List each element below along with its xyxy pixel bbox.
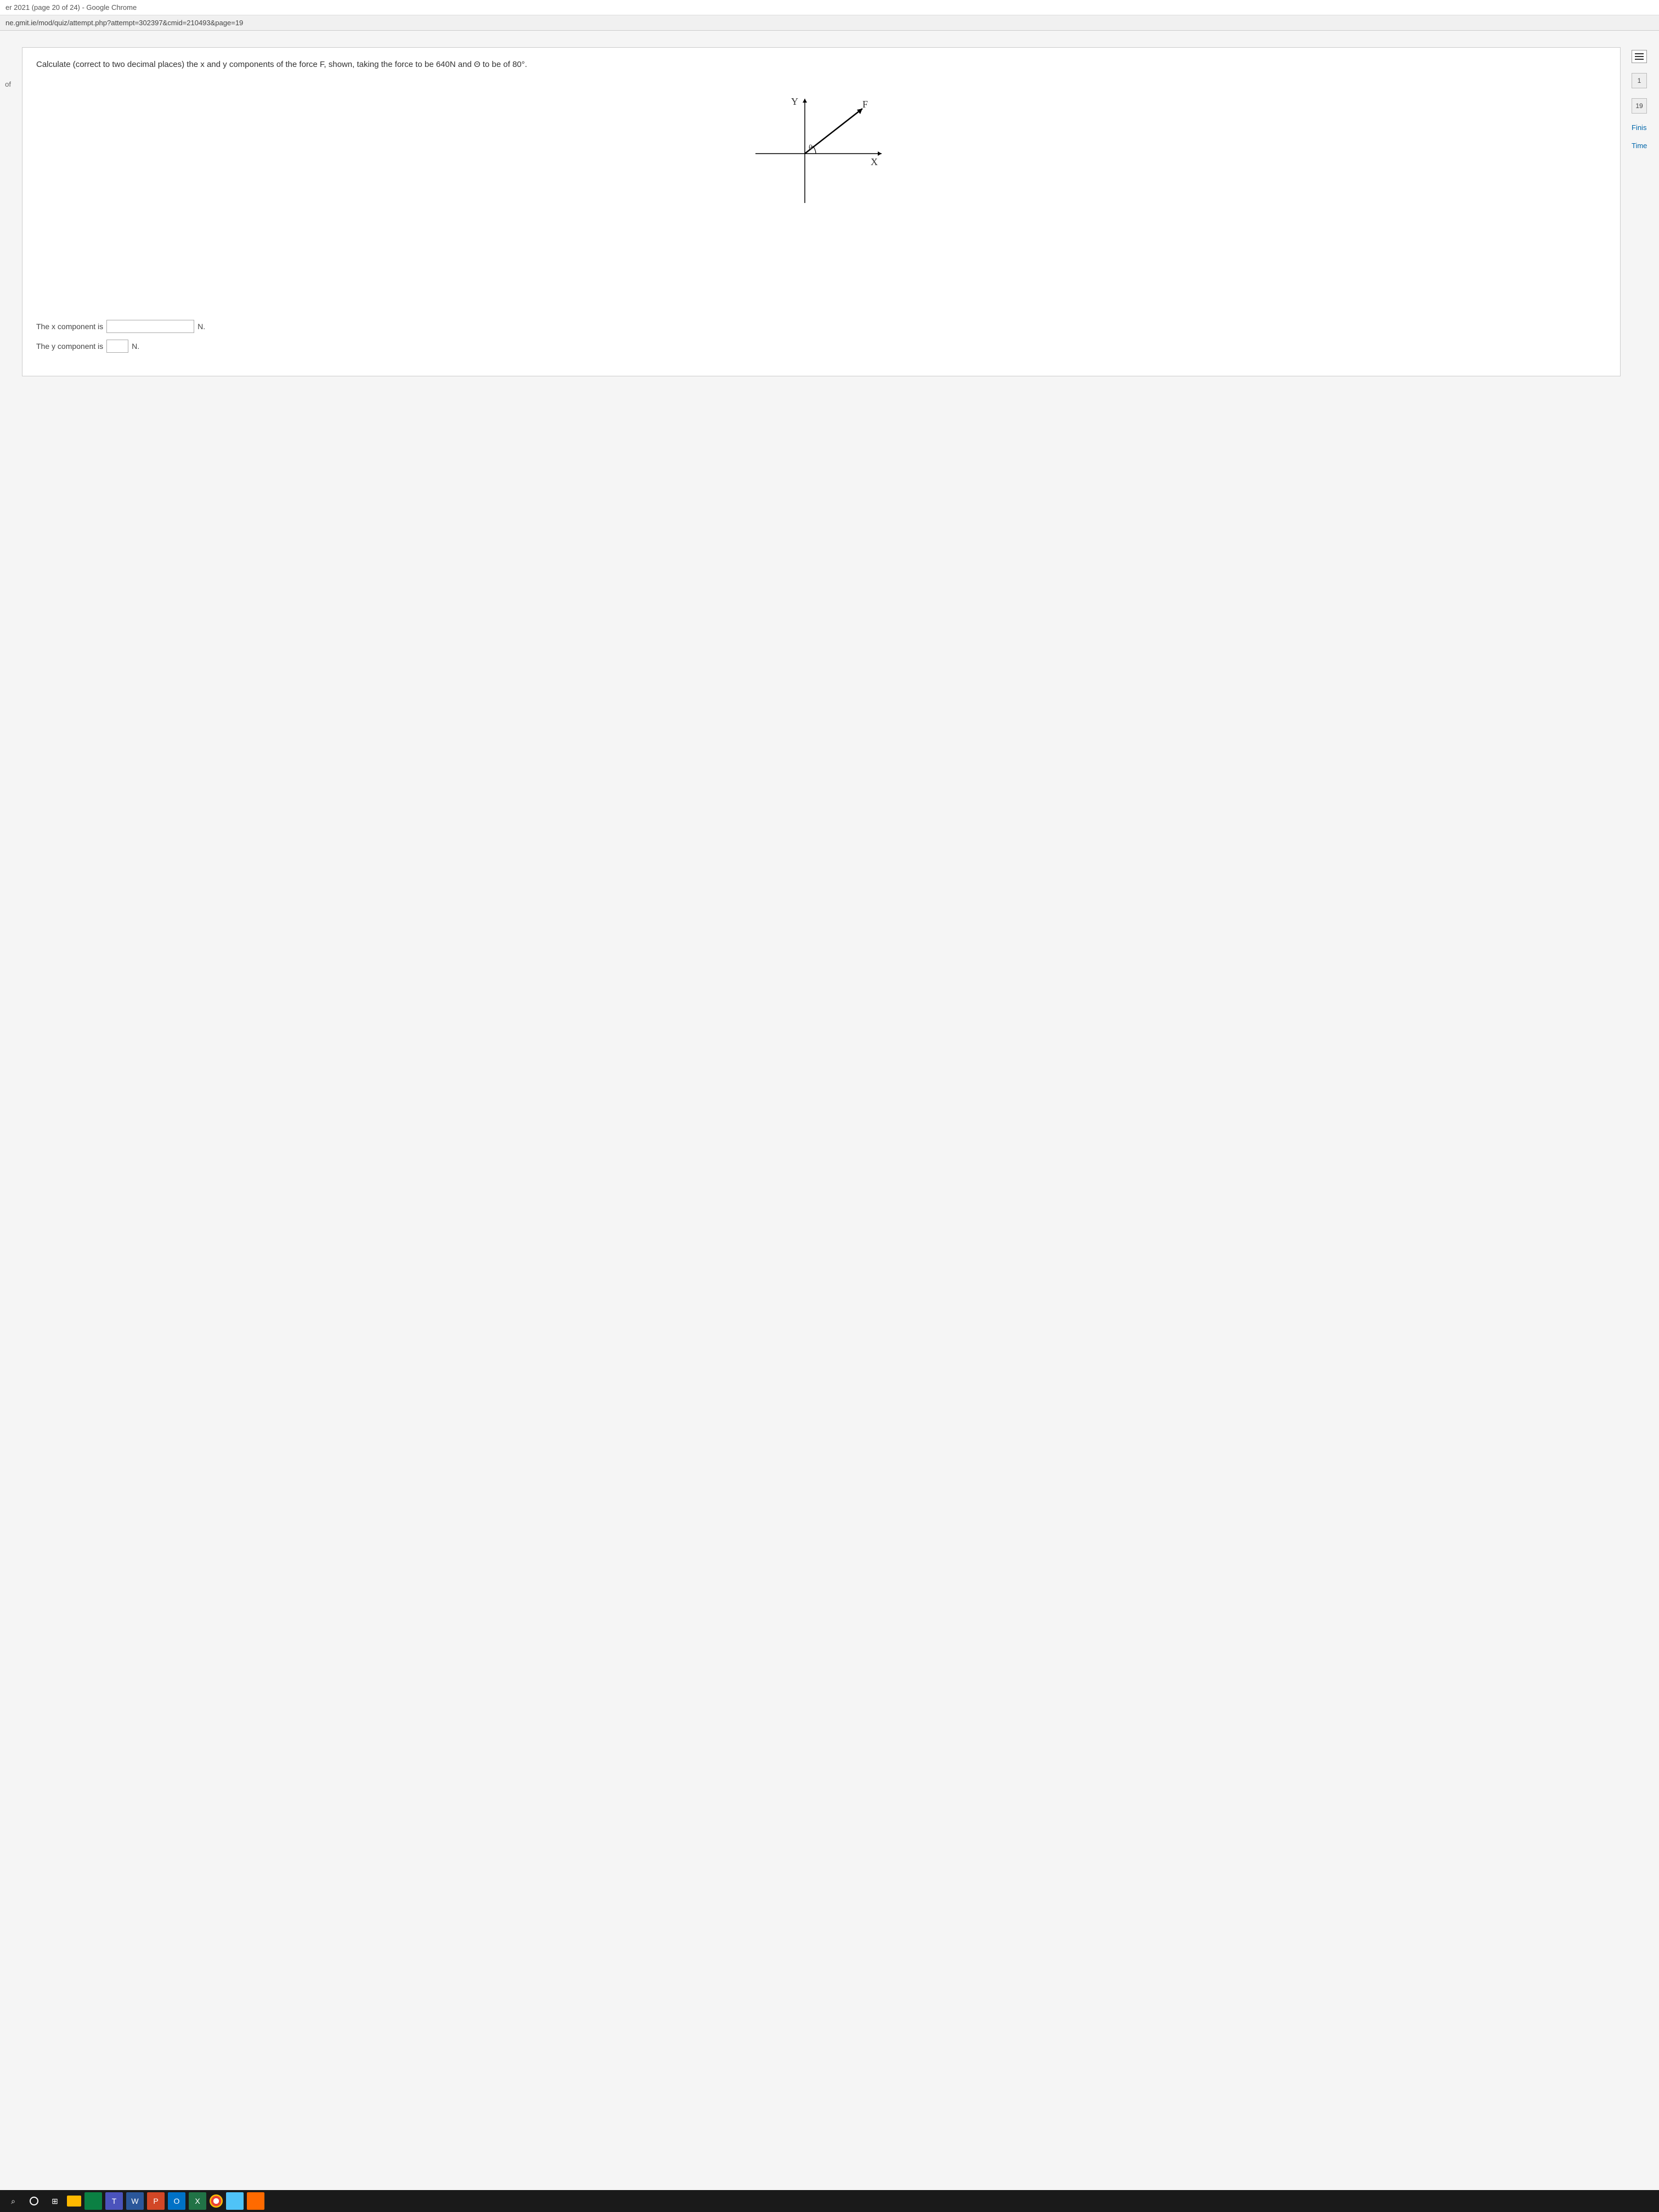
word-icon[interactable]: W <box>126 2192 144 2210</box>
nav-button-19[interactable]: 19 <box>1632 98 1647 114</box>
url-bar[interactable]: ne.gmit.ie/mod/quiz/attempt.php?attempt=… <box>0 15 1659 31</box>
right-panel: 1 19 Finis Time <box>1632 47 1654 150</box>
taskview-icon[interactable]: ⊞ <box>46 2192 64 2210</box>
window-title: er 2021 (page 20 of 24) - Google Chrome <box>0 0 1659 15</box>
left-fragment-text: of <box>5 80 11 88</box>
file-explorer-icon[interactable] <box>67 2196 81 2207</box>
outlook-icon[interactable]: O <box>168 2192 185 2210</box>
teams-icon[interactable]: T <box>105 2192 123 2210</box>
app-green-icon[interactable] <box>84 2192 102 2210</box>
question-prompt: Calculate (correct to two decimal places… <box>36 59 1606 71</box>
nav-button-1[interactable]: 1 <box>1632 73 1647 88</box>
excel-icon[interactable]: X <box>189 2192 206 2210</box>
force-diagram: Y F X θ <box>744 93 898 214</box>
menu-icon[interactable] <box>1632 50 1647 63</box>
search-icon[interactable]: ⌕ <box>4 2192 22 2210</box>
y-axis-label: Y <box>791 96 798 108</box>
chrome-icon[interactable] <box>210 2194 223 2208</box>
y-component-row: The y component is N. <box>36 340 1606 353</box>
y-component-label: The y component is <box>36 342 103 351</box>
diagram-svg <box>744 93 898 214</box>
x-component-unit: N. <box>198 322 205 331</box>
force-f-label: F <box>862 99 868 110</box>
diagram-area: Y F X θ <box>36 88 1606 309</box>
finish-link[interactable]: Finis <box>1632 123 1646 132</box>
answer-block: The x component is N. The y component is… <box>36 320 1606 359</box>
x-axis-label: X <box>871 156 878 168</box>
powerpoint-icon[interactable]: P <box>147 2192 165 2210</box>
windows-taskbar: ⌕ ⊞ T W P O X <box>0 2190 1659 2212</box>
y-component-input[interactable] <box>106 340 128 353</box>
main-layout: of Calculate (correct to two decimal pla… <box>0 31 1659 382</box>
left-panel-fragment: of <box>0 47 11 88</box>
cortana-icon[interactable] <box>25 2192 43 2210</box>
app-orange-icon[interactable] <box>247 2192 264 2210</box>
app-blue-icon[interactable] <box>226 2192 244 2210</box>
x-component-row: The x component is N. <box>36 320 1606 333</box>
x-component-label: The x component is <box>36 322 103 331</box>
x-component-input[interactable] <box>106 320 194 333</box>
question-card: Calculate (correct to two decimal places… <box>22 47 1621 376</box>
time-label: Time <box>1632 142 1647 150</box>
theta-label: θ <box>809 144 812 153</box>
y-component-unit: N. <box>132 342 139 351</box>
